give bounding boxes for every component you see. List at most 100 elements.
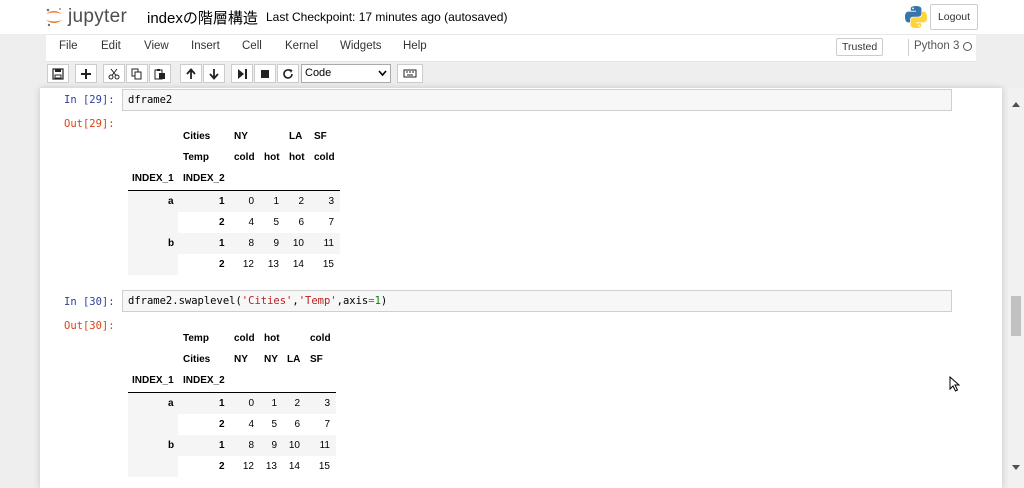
input-prompt: In [30]: (64, 296, 115, 308)
code-cell-input[interactable]: dframe2.swaplevel('Cities','Temp',axis=1… (122, 290, 952, 312)
table-cell: 11 (319, 440, 330, 451)
code-cell-input[interactable]: dframe2 (122, 89, 952, 111)
mouse-cursor-icon (949, 376, 961, 392)
column-header: NY (264, 354, 278, 365)
menu-edit[interactable]: Edit (101, 40, 121, 52)
scrollbar-thumb[interactable] (1011, 296, 1021, 336)
row-stripe (128, 456, 178, 477)
menu-file[interactable]: File (59, 40, 78, 52)
notebook-title[interactable]: indexの階層構造 (147, 7, 258, 28)
scroll-up-arrow-icon[interactable] (1012, 102, 1020, 107)
table-cell: 6 (298, 217, 304, 228)
table-cell: 5 (273, 217, 279, 228)
python-logo-icon (904, 5, 928, 29)
toolbar: Code (46, 62, 976, 86)
menu-kernel[interactable]: Kernel (285, 40, 318, 52)
stop-button[interactable] (254, 64, 276, 83)
scroll-down-arrow-icon[interactable] (1012, 465, 1020, 470)
column-level-name: Temp (183, 333, 209, 344)
table-cell: 7 (324, 419, 330, 430)
table-cell: 2 (294, 398, 300, 409)
column-header: NY (234, 131, 248, 142)
chevron-down-icon (378, 70, 387, 77)
save-button[interactable] (47, 64, 69, 83)
table-cell: 5 (271, 419, 277, 430)
output-prompt: Out[30]: (64, 320, 115, 332)
stop-icon (261, 70, 269, 78)
output-prompt: Out[29]: (64, 118, 115, 130)
column-header: hot (289, 152, 305, 163)
row-index-level2: 1 (219, 196, 225, 207)
paste-button[interactable] (149, 64, 171, 83)
add-cell-button[interactable] (75, 64, 97, 83)
menu-view[interactable]: View (144, 40, 169, 52)
notebook-container: In [29]: dframe2 Out[29]: Cities NY LA S… (40, 88, 1002, 488)
column-header: hot (264, 152, 280, 163)
cell-type-value: Code (305, 67, 332, 79)
table-cell: 4 (248, 419, 254, 430)
table-cell: 7 (328, 217, 334, 228)
row-index-level2: 2 (219, 461, 225, 472)
table-cell: 4 (248, 217, 254, 228)
restart-button[interactable] (277, 64, 299, 83)
code-token: ,axis (336, 295, 369, 307)
table-cell: 12 (242, 461, 254, 472)
cut-button[interactable] (103, 64, 125, 83)
add-cell-icon (81, 69, 91, 79)
table-cell: 15 (322, 259, 334, 270)
row-stripe (128, 212, 178, 233)
column-header: hot (264, 333, 280, 344)
row-index-level1: a (168, 196, 174, 207)
logout-button[interactable]: Logout (930, 4, 978, 30)
menu-widgets[interactable]: Widgets (340, 40, 382, 52)
row-stripe (128, 414, 178, 435)
menu-cell[interactable]: Cell (242, 40, 262, 52)
menu-insert[interactable]: Insert (191, 40, 220, 52)
row-index-level2: 1 (219, 440, 225, 451)
table-cell: 9 (271, 440, 277, 451)
trusted-badge[interactable]: Trusted (836, 38, 884, 56)
move-up-icon (186, 68, 196, 79)
code-string: 'Cities' (241, 295, 293, 307)
table-cell: 11 (323, 238, 334, 249)
jupyter-logo-text: jupyter (68, 6, 128, 27)
cut-icon (108, 68, 120, 80)
command-palette-button[interactable] (397, 64, 423, 83)
vertical-scrollbar[interactable] (1008, 88, 1024, 488)
index-name: INDEX_1 (132, 375, 174, 386)
move-down-button[interactable] (203, 64, 225, 83)
jupyter-logo[interactable]: jupyter (44, 5, 127, 29)
move-up-button[interactable] (180, 64, 202, 83)
table-cell: 10 (292, 238, 304, 249)
kernel-separator (908, 39, 909, 56)
cell-type-select[interactable]: Code (301, 64, 391, 83)
kernel-name[interactable]: Python 3 (914, 40, 959, 52)
table-cell: 14 (288, 461, 300, 472)
copy-button[interactable] (126, 64, 148, 83)
row-stripe (128, 254, 178, 275)
run-icon (238, 69, 247, 79)
column-header: LA (287, 354, 301, 365)
checkpoint-status: Last Checkpoint: 17 minutes ago (autosav… (266, 10, 508, 24)
column-header: LA (289, 131, 303, 142)
copy-icon (131, 68, 142, 80)
table-cell: 1 (271, 398, 277, 409)
table-cell: 1 (273, 196, 279, 207)
index-name: INDEX_2 (183, 173, 225, 184)
column-level-name: Cities (183, 131, 211, 142)
column-header: cold (234, 152, 255, 163)
run-button[interactable] (231, 64, 253, 83)
code-token: ) (380, 295, 388, 307)
menu-help[interactable]: Help (403, 40, 427, 52)
table-cell: 14 (292, 259, 304, 270)
code-string: 'Temp' (298, 295, 337, 307)
row-index-level2: 2 (219, 259, 225, 270)
column-header: cold (234, 333, 255, 344)
table-cell: 2 (298, 196, 304, 207)
column-level-name: Temp (183, 152, 209, 163)
row-index-level1: b (168, 440, 175, 451)
row-index-level2: 1 (219, 398, 225, 409)
table-cell: 6 (294, 419, 300, 430)
table-cell: 9 (273, 238, 279, 249)
row-index-level2: 2 (219, 217, 225, 228)
